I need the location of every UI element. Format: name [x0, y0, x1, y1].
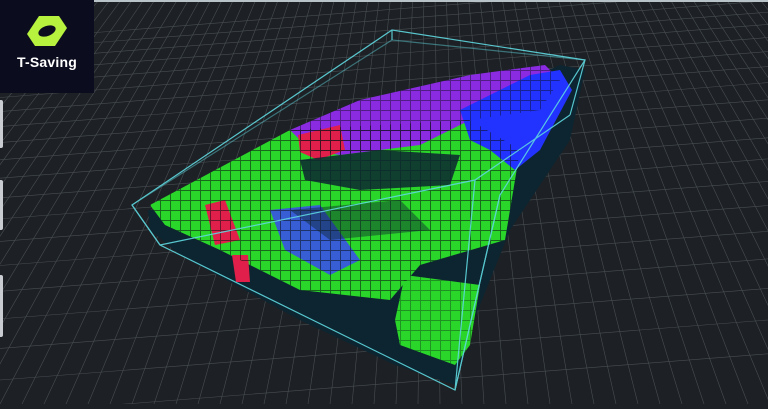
app-name-text: T-Saving — [17, 54, 77, 70]
grid-line — [680, 0, 768, 404]
scene-canvas[interactable] — [0, 0, 768, 404]
side-panel-tab-1[interactable] — [0, 100, 3, 148]
grid-line — [734, 0, 768, 404]
app-logo-panel[interactable]: T-Saving — [0, 0, 94, 93]
grid-line — [603, 0, 768, 404]
grid-line — [588, 0, 768, 404]
grid-line — [726, 0, 768, 404]
grid-line — [0, 38, 768, 98]
point-cloud-viewport[interactable] — [0, 0, 768, 404]
grid-line — [688, 0, 768, 404]
side-panel-tab-2[interactable] — [0, 180, 3, 230]
grid-line — [580, 0, 768, 404]
grid-line — [657, 0, 768, 404]
hexagon-logo-icon — [25, 14, 69, 48]
grid-line — [564, 0, 768, 404]
grid-line — [541, 0, 748, 404]
grid-line — [641, 0, 768, 404]
grid-line — [618, 0, 768, 404]
grid-line — [665, 0, 768, 404]
grid-line — [626, 0, 768, 404]
grid-line — [526, 0, 704, 404]
grid-line — [534, 0, 726, 404]
grid-line — [742, 0, 768, 404]
top-border — [94, 0, 768, 2]
grid-line — [711, 0, 768, 404]
grid-line — [0, 0, 768, 50]
grid-line — [703, 0, 768, 404]
grid-line — [695, 0, 768, 404]
grid-line — [718, 0, 768, 404]
side-panel-tab-3[interactable] — [0, 275, 3, 337]
grid-line — [611, 0, 768, 404]
grid-line — [595, 0, 768, 404]
grid-line — [518, 0, 682, 404]
app-name: T-Saving — [17, 54, 77, 70]
